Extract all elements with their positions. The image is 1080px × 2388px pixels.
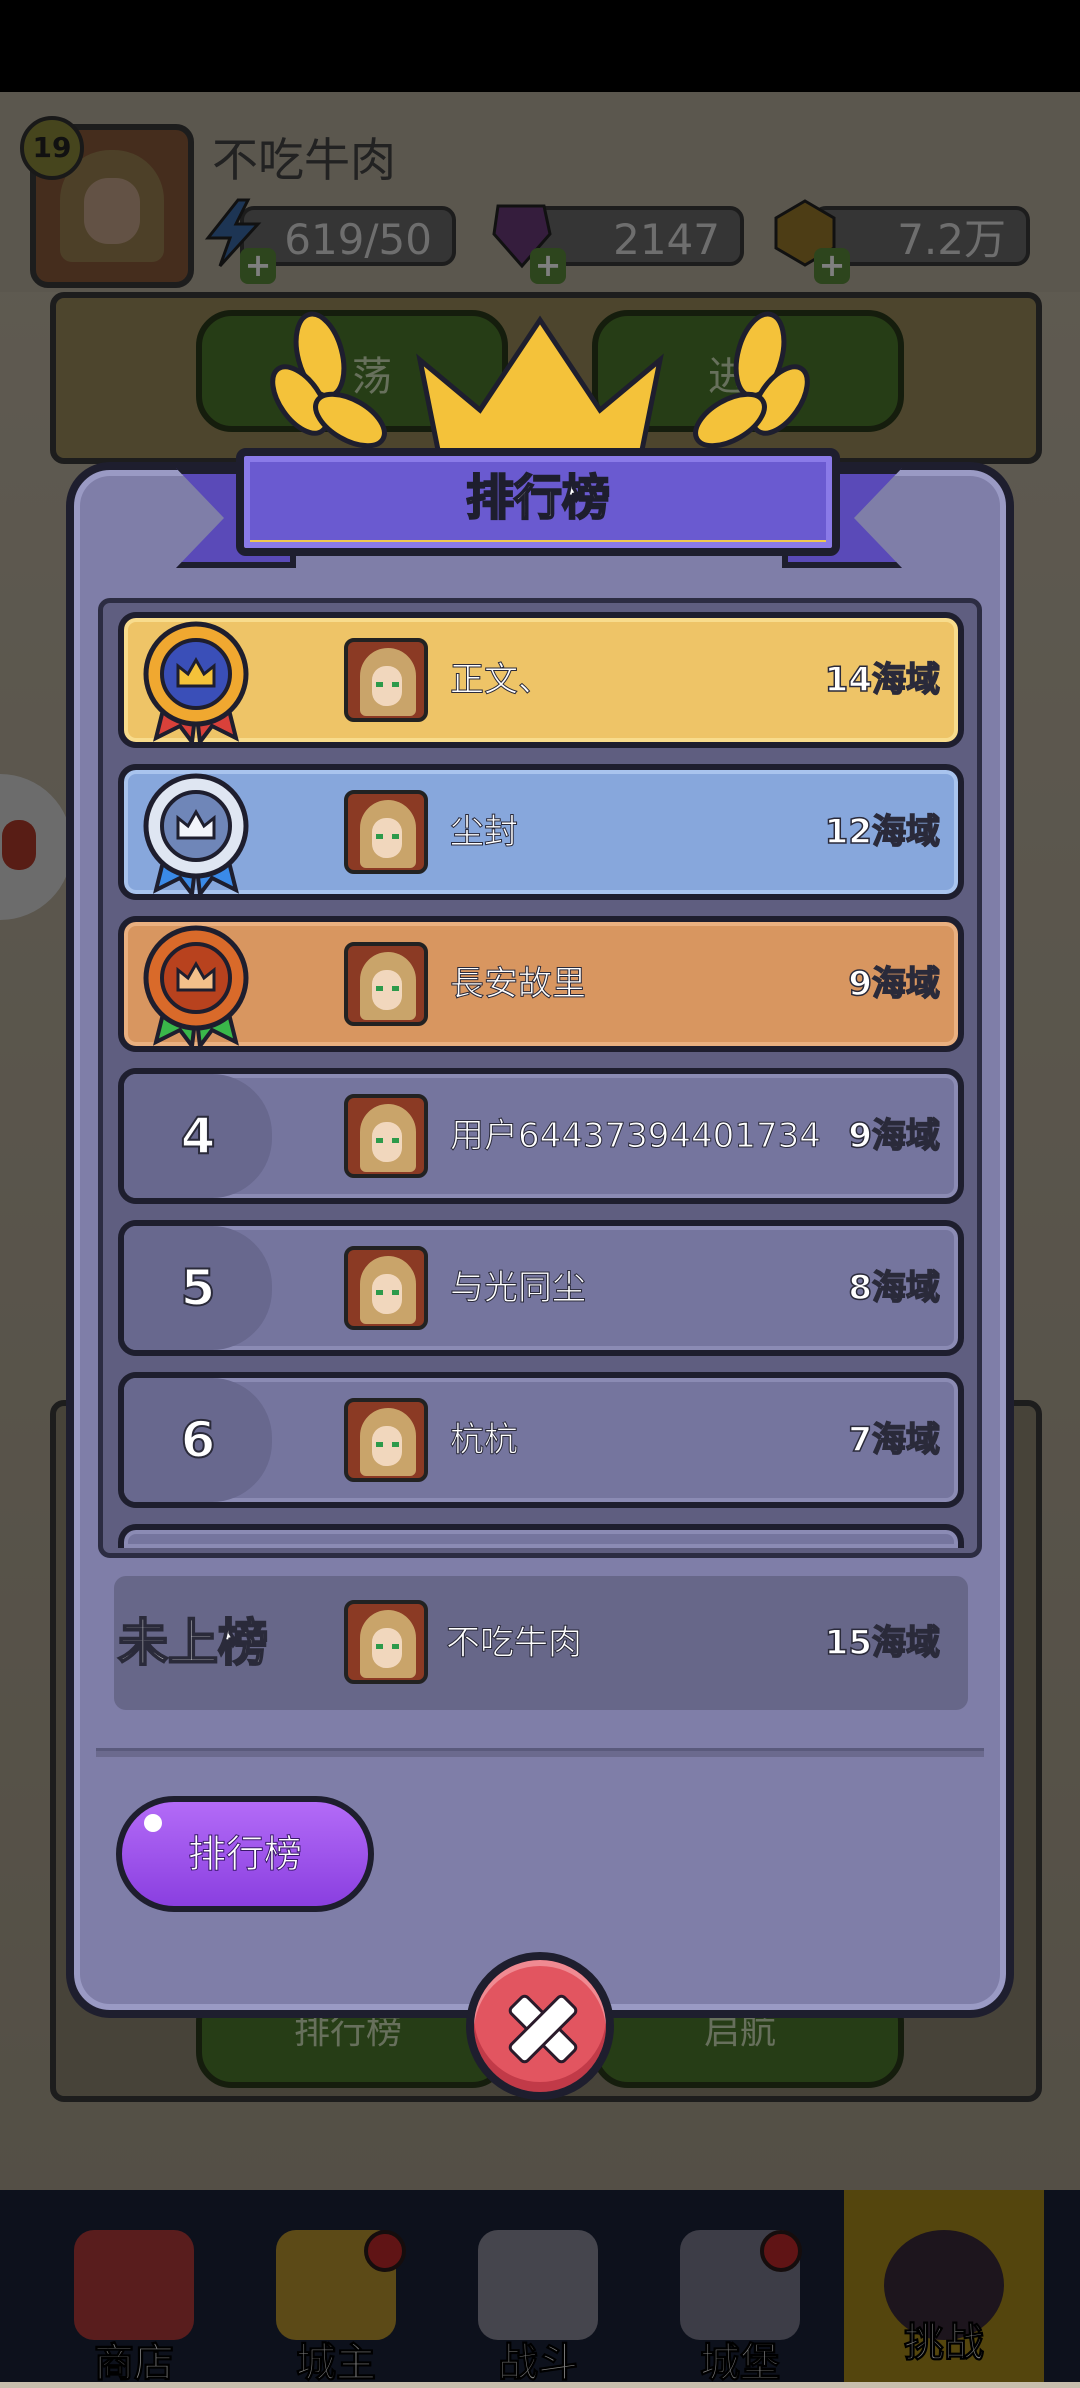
status-bar xyxy=(0,0,1080,92)
player-name: 用户64437394401734 xyxy=(450,1116,822,1157)
divider xyxy=(96,1748,984,1757)
player-score: 9海域 xyxy=(848,963,941,1005)
player-name: 正文、 xyxy=(450,660,553,701)
rank-number: 4 xyxy=(180,1106,217,1166)
avatar xyxy=(344,790,428,874)
rank-number: 6 xyxy=(180,1410,217,1470)
avatar xyxy=(344,1600,428,1684)
player-name: 与光同尘 xyxy=(450,1268,587,1309)
avatar xyxy=(344,942,428,1026)
gold-medal-icon xyxy=(143,621,249,742)
avatar xyxy=(344,1398,428,1482)
player-score: 12海域 xyxy=(824,811,941,853)
leaderboard-row-6[interactable]: 6 杭杭 7海域 xyxy=(118,1372,964,1508)
player-name: 尘封 xyxy=(450,812,519,853)
my-rank-label: 未上榜 xyxy=(117,1613,269,1673)
avatar xyxy=(344,1094,428,1178)
leaderboard-row-3[interactable]: 長安故里 9海域 xyxy=(118,916,964,1052)
player-name: 長安故里 xyxy=(450,964,587,1005)
crown-laurel-icon xyxy=(270,311,810,463)
player-score: 7海域 xyxy=(848,1419,941,1461)
leaderboard-row-2[interactable]: 尘封 12海域 xyxy=(118,764,964,900)
player-score: 8海域 xyxy=(848,1267,941,1309)
player-name: 杭杭 xyxy=(450,1420,519,1461)
rank-number: 5 xyxy=(180,1258,217,1318)
my-rank-row: 未上榜 不吃牛肉 15海域 xyxy=(114,1576,968,1710)
leaderboard-row-4[interactable]: 4 用户64437394401734 9海域 xyxy=(118,1068,964,1204)
my-score: 15海域 xyxy=(824,1622,941,1664)
silver-medal-icon xyxy=(143,773,249,894)
player-score: 14海域 xyxy=(824,659,941,701)
bronze-medal-icon xyxy=(143,925,249,1046)
leaderboard-row-1[interactable]: 正文、 14海域 xyxy=(118,612,964,748)
leaderboard-row-5[interactable]: 5 与光同尘 8海域 xyxy=(118,1220,964,1356)
leaderboard-row-partial[interactable] xyxy=(118,1524,964,1548)
my-name: 不吃牛肉 xyxy=(446,1623,583,1664)
dialog-title: 排行榜 xyxy=(465,469,611,527)
close-button[interactable] xyxy=(466,1952,614,2100)
leaderboard-tab-button[interactable]: 排行榜 xyxy=(116,1796,374,1912)
player-score: 9海域 xyxy=(848,1115,941,1157)
avatar xyxy=(344,1246,428,1330)
avatar xyxy=(344,638,428,722)
